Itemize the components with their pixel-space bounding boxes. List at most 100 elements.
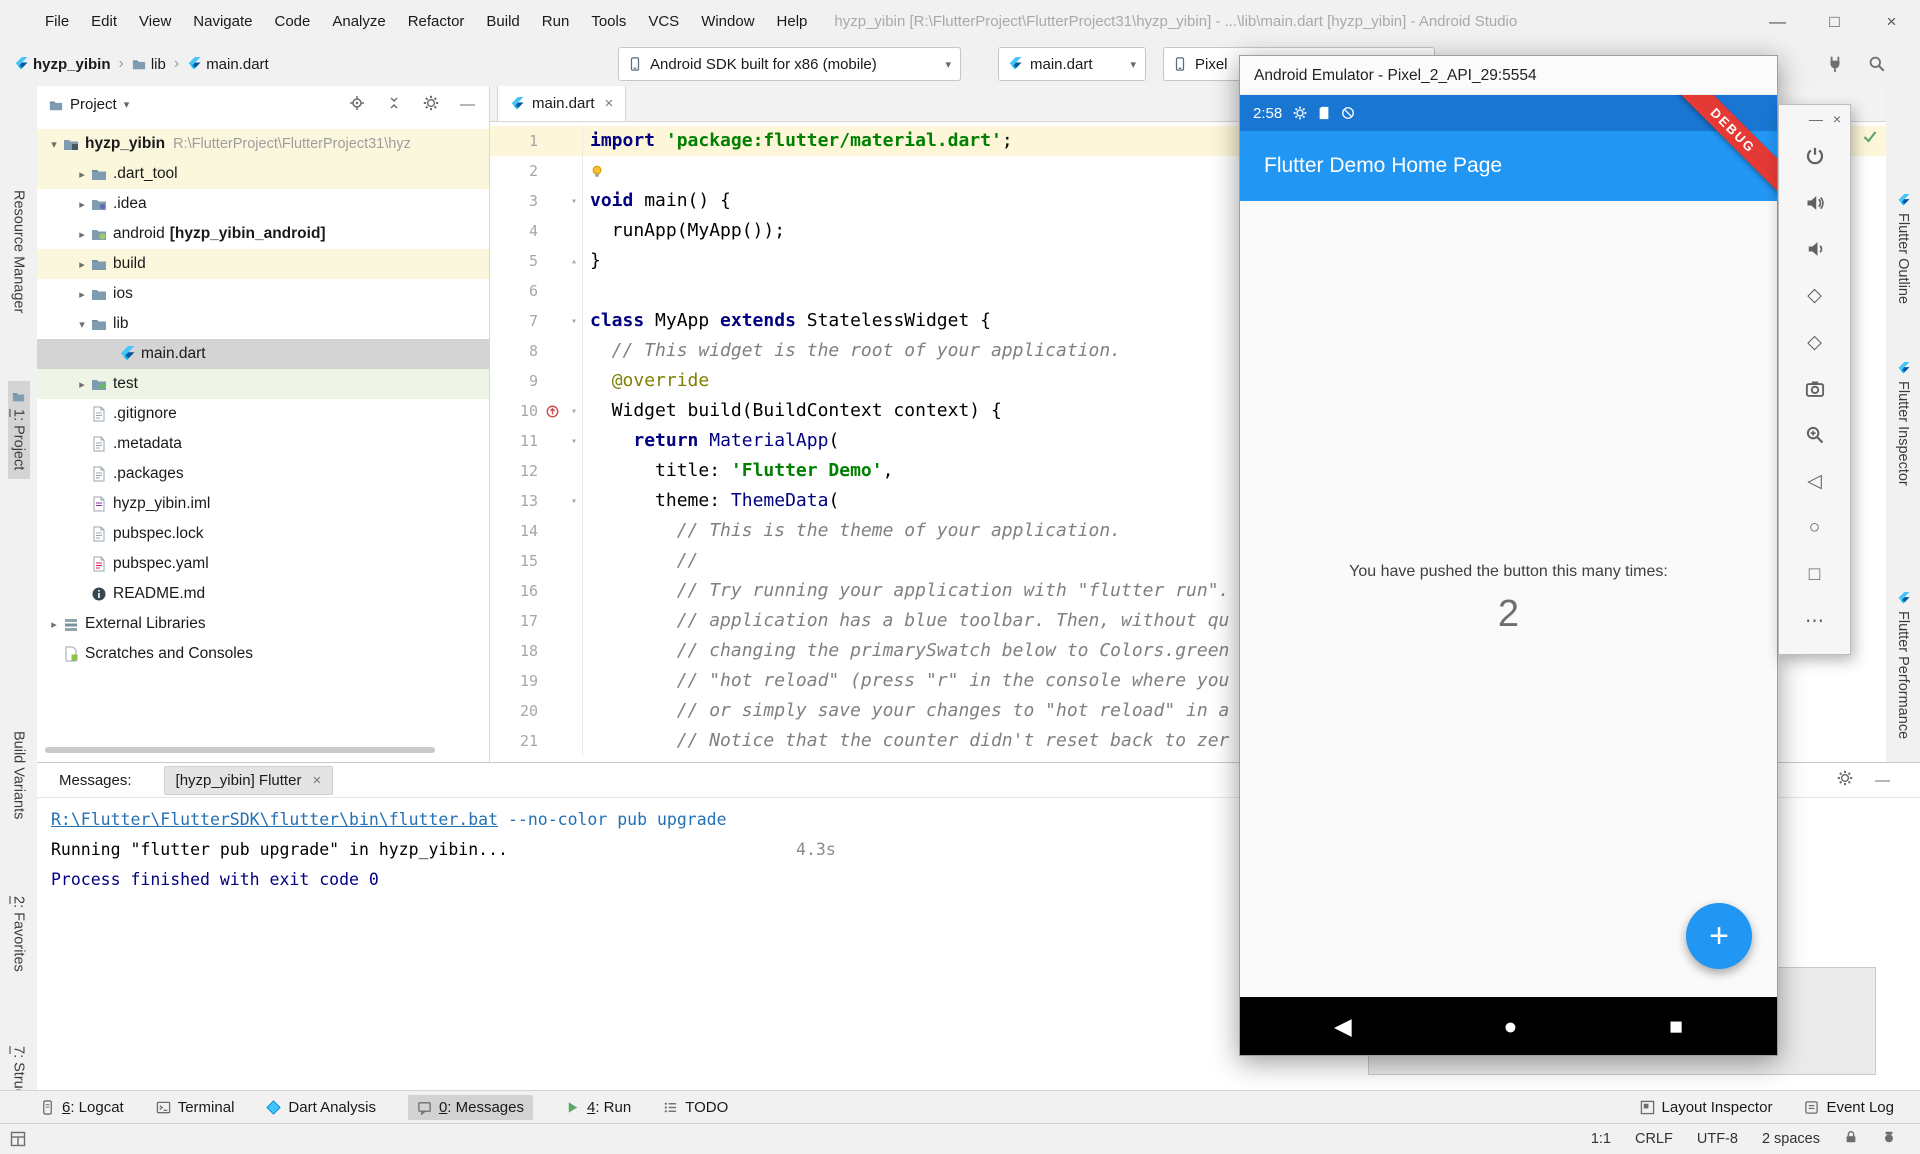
settings-button[interactable] [423, 95, 439, 115]
chevron-right-icon[interactable]: ▸ [73, 288, 91, 301]
breadcrumb-item-hyzp-yibin[interactable]: hyzp_yibin [14, 56, 111, 73]
emulator-toolbar-close-button[interactable]: × [1833, 111, 1841, 127]
console-link[interactable]: R:\Flutter\FlutterSDK\flutter\bin\flutte… [51, 810, 498, 829]
minimize-button[interactable]: — [1875, 772, 1890, 789]
menu-view[interactable]: View [128, 1, 182, 43]
settings-button[interactable] [1837, 770, 1853, 790]
tree-item-readme-md[interactable]: README.md [37, 579, 489, 609]
tree-item-hyzp-yibin-iml[interactable]: hyzp_yibin.iml [37, 489, 489, 519]
emulator-rotate-right-button[interactable]: ◇ [1779, 319, 1850, 366]
emulator-zoom-button[interactable] [1779, 412, 1850, 459]
tree-item-scratches-and-consoles[interactable]: Scratches and Consoles [37, 639, 489, 669]
tree-item-idea[interactable]: ▸.idea [37, 189, 489, 219]
tool-window-button-event-log[interactable]: Event Log [1804, 1099, 1894, 1116]
chevron-down-icon[interactable]: ▾ [45, 138, 63, 151]
tab-close-icon[interactable]: × [312, 772, 321, 789]
editor-tab-main-dart[interactable]: main.dart × [497, 86, 626, 121]
project-panel-title[interactable]: Project [70, 96, 117, 113]
hide-button[interactable]: — [460, 96, 475, 113]
emulator-volume-up-button[interactable] [1779, 180, 1850, 227]
tree-item-build[interactable]: ▸build [37, 249, 489, 279]
menu-run[interactable]: Run [531, 1, 581, 43]
emulator-more-button[interactable]: ⋯ [1779, 598, 1850, 645]
tree-item-ios[interactable]: ▸ios [37, 279, 489, 309]
emulator-toolbar-minimize-button[interactable]: — [1809, 111, 1823, 127]
emulator-home-button[interactable]: ○ [1779, 505, 1850, 552]
menu-code[interactable]: Code [263, 1, 321, 43]
emulator-volume-down-button[interactable] [1779, 226, 1850, 273]
tree-item-pubspec-yaml[interactable]: pubspec.yaml [37, 549, 489, 579]
fold-marker-icon[interactable]: ▾ [566, 316, 582, 327]
menu-vcs[interactable]: VCS [637, 1, 690, 43]
tree-item-main-dart[interactable]: main.dart [37, 339, 489, 369]
fold-marker-icon[interactable]: ▴ [566, 256, 582, 267]
fold-marker-icon[interactable]: ▾ [566, 196, 582, 207]
run-config-selector[interactable]: main.dart▾ [998, 47, 1146, 81]
emulator-power-button[interactable] [1779, 133, 1850, 180]
stripe-item-flutter-inspector[interactable]: Flutter Inspector [1895, 362, 1911, 486]
collapse-all-button[interactable] [386, 95, 402, 115]
tree-item-dart-tool[interactable]: ▸.dart_tool [37, 159, 489, 189]
tool-window-button-todo[interactable]: TODO [663, 1099, 728, 1116]
nav-overview-button[interactable]: ■ [1669, 1013, 1683, 1040]
menu-help[interactable]: Help [766, 1, 819, 43]
status-widget-1-1[interactable]: 1:1 [1591, 1131, 1611, 1147]
emulator-camera-button[interactable] [1779, 366, 1850, 413]
stripe-item-2-favorites[interactable]: 2: Favorites [11, 896, 27, 972]
chevron-right-icon[interactable]: ▸ [73, 378, 91, 391]
chevron-right-icon[interactable]: ▸ [73, 198, 91, 211]
status-widget-utf-8[interactable]: UTF-8 [1697, 1131, 1738, 1147]
tree-item-pubspec-lock[interactable]: pubspec.lock [37, 519, 489, 549]
chevron-down-icon[interactable]: ▾ [124, 98, 130, 111]
menu-navigate[interactable]: Navigate [182, 1, 263, 43]
emulator-back-button[interactable]: ◁ [1779, 459, 1850, 506]
fold-marker-icon[interactable]: ▾ [566, 436, 582, 447]
fab-add-button[interactable]: + [1686, 903, 1752, 969]
stripe-item-flutter-outline[interactable]: Flutter Outline [1895, 194, 1911, 304]
stripe-item-1-project[interactable]: 1: Project [8, 381, 30, 479]
menu-analyze[interactable]: Analyze [321, 1, 396, 43]
tree-item-lib[interactable]: ▾lib [37, 309, 489, 339]
status-widget-2-spaces[interactable]: 2 spaces [1762, 1131, 1820, 1147]
nav-home-button[interactable]: ● [1503, 1013, 1517, 1040]
stripe-item-flutter-performance[interactable]: Flutter Performance [1895, 592, 1911, 739]
chevron-right-icon[interactable]: ▸ [73, 228, 91, 241]
menu-window[interactable]: Window [690, 1, 765, 43]
emulator-rotate-left-button[interactable]: ◇ [1779, 273, 1850, 320]
emulator-overview-button[interactable]: □ [1779, 552, 1850, 599]
tree-item-external-libraries[interactable]: ▸External Libraries [37, 609, 489, 639]
menu-tools[interactable]: Tools [580, 1, 637, 43]
stripe-item-build-variants[interactable]: Build Variants [11, 731, 27, 819]
fold-marker-icon[interactable]: ▾ [566, 496, 582, 507]
override-marker-icon[interactable] [538, 404, 566, 419]
lock-button[interactable] [1844, 1130, 1858, 1148]
menu-build[interactable]: Build [475, 1, 530, 43]
horizontal-scrollbar[interactable] [45, 747, 435, 753]
console-tab-flutter[interactable]: [hyzp_yibin] Flutter × [164, 766, 334, 795]
menu-edit[interactable]: Edit [80, 1, 128, 43]
tab-close-icon[interactable]: × [605, 95, 614, 112]
tree-item-gitignore[interactable]: .gitignore [37, 399, 489, 429]
attach-debugger-button[interactable] [1826, 55, 1844, 73]
search-button[interactable] [1868, 55, 1886, 73]
tool-window-button-6-logcat[interactable]: 6: Logcat [40, 1099, 124, 1116]
locate-button[interactable] [349, 95, 365, 115]
tree-item-test[interactable]: ▸test [37, 369, 489, 399]
chevron-down-icon[interactable]: ▾ [73, 318, 91, 331]
breadcrumb-item-lib[interactable]: lib [132, 56, 166, 73]
window-maximize-button[interactable]: □ [1806, 1, 1863, 43]
device-selector[interactable]: Android SDK built for x86 (mobile)▾ [618, 47, 961, 81]
tool-window-button-dart-analysis[interactable]: Dart Analysis [266, 1099, 376, 1116]
tree-item-android[interactable]: ▸android[hyzp_yibin_android] [37, 219, 489, 249]
tree-item-packages[interactable]: .packages [37, 459, 489, 489]
chevron-right-icon[interactable]: ▸ [73, 258, 91, 271]
fold-marker-icon[interactable]: ▾ [566, 406, 582, 417]
menu-file[interactable]: File [34, 1, 80, 43]
tool-window-button-4-run[interactable]: 4: Run [565, 1099, 631, 1116]
chevron-right-icon[interactable]: ▸ [73, 168, 91, 181]
tool-window-button-0-messages[interactable]: 0: Messages [408, 1095, 533, 1120]
menu-refactor[interactable]: Refactor [397, 1, 476, 43]
window-minimize-button[interactable]: — [1749, 1, 1806, 43]
tool-window-button-layout-inspector[interactable]: Layout Inspector [1640, 1099, 1773, 1116]
tree-item-metadata[interactable]: .metadata [37, 429, 489, 459]
